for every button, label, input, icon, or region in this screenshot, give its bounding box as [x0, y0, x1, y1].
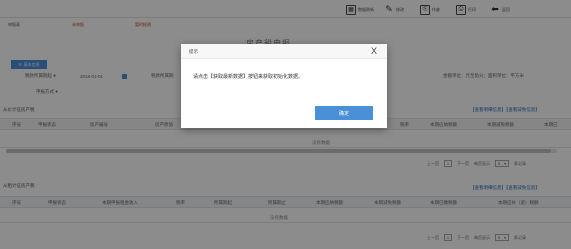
ok-button[interactable]: 确定 [315, 106, 373, 120]
close-icon[interactable]: X [371, 46, 377, 56]
dialog-title: 提示 [189, 49, 198, 54]
prompt-dialog: 提示 X 请点击【获取最新数据】按钮来获取初始化数据。 确定 [181, 44, 387, 128]
dialog-message: 请点击【获取最新数据】按钮来获取初始化数据。 [193, 74, 304, 80]
dialog-header: 提示 X [181, 44, 387, 59]
